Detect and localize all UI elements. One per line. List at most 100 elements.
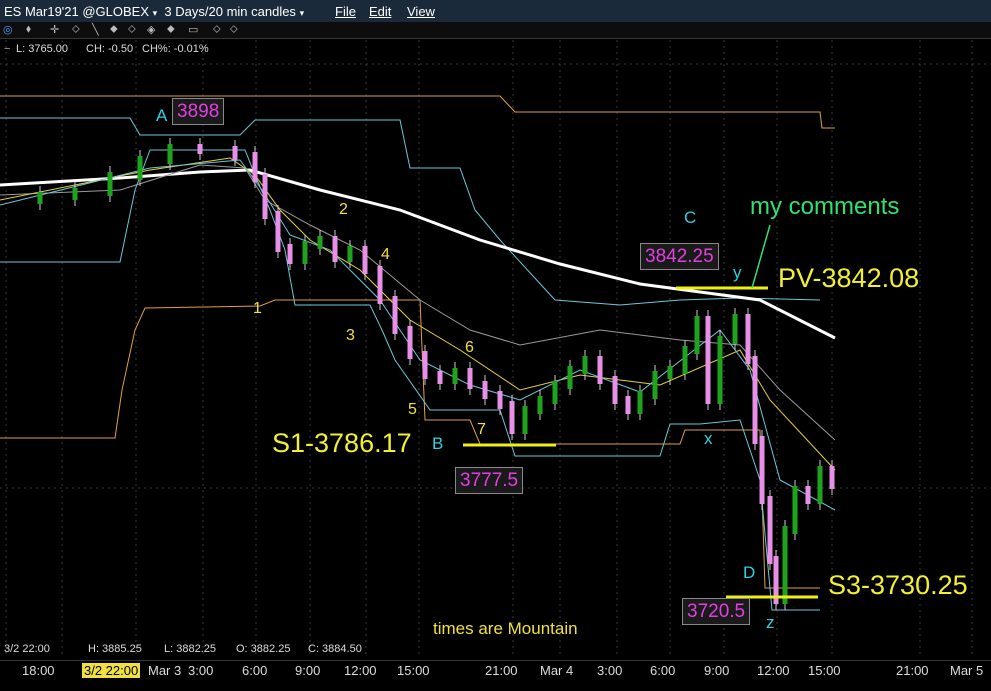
time-tick: 18:00 bbox=[22, 663, 55, 678]
upper-cyan-band bbox=[0, 117, 821, 306]
candle-body bbox=[667, 366, 673, 379]
time-tick: 21:00 bbox=[896, 663, 929, 678]
wave-2: 2 bbox=[339, 201, 348, 218]
candle-body bbox=[805, 486, 811, 504]
measure-icon[interactable]: ◈ bbox=[147, 23, 155, 36]
candle-body bbox=[452, 368, 458, 384]
candle-body bbox=[752, 356, 758, 444]
ohlc-open: O: 3882.25 bbox=[236, 643, 291, 655]
candle-body bbox=[362, 246, 368, 274]
pv-label: PV-3842.08 bbox=[778, 263, 920, 293]
menu-view[interactable]: View bbox=[407, 4, 435, 19]
period-dropdown-icon[interactable]: ▾ bbox=[300, 8, 305, 18]
comment-pointer-line bbox=[751, 224, 771, 289]
collapse-icon[interactable]: − bbox=[4, 43, 10, 55]
candle-body bbox=[567, 366, 573, 389]
price-box-B: 3777.5 bbox=[455, 467, 524, 494]
chart-toolbar: ◎ ⬧ ✛ ⬦ ╲ ⬥ ⬦ ◈ ⬥ ▭ ⬦ ⬦ bbox=[0, 22, 991, 39]
my-comments-label: my comments bbox=[750, 193, 900, 220]
time-tick: 9:00 bbox=[295, 663, 321, 678]
marker-icon[interactable]: ⬦ bbox=[213, 23, 221, 36]
candle-body bbox=[522, 406, 528, 434]
text-icon[interactable]: ⬦ bbox=[128, 23, 136, 36]
change: CH: -0.50 bbox=[86, 43, 134, 55]
label-A: A bbox=[156, 106, 168, 125]
candle-body bbox=[467, 368, 473, 389]
menu-edit[interactable]: Edit bbox=[369, 4, 391, 19]
candle-body bbox=[422, 351, 428, 379]
wave-4: 4 bbox=[381, 246, 390, 263]
candle-body bbox=[637, 391, 643, 414]
ohlc-low: L: 3882.25 bbox=[164, 643, 216, 655]
time-tick: 6:00 bbox=[650, 663, 676, 678]
candle-body bbox=[347, 246, 353, 262]
candle-body bbox=[745, 314, 751, 364]
time-tick: 15:00 bbox=[808, 663, 841, 678]
label-x: x bbox=[704, 429, 713, 448]
time-tick: Mar 5 bbox=[950, 663, 984, 678]
candle-body bbox=[705, 316, 711, 404]
ohlc-time: 3/2 22:00 bbox=[4, 643, 50, 655]
eraser-icon[interactable]: ⬦ bbox=[230, 23, 238, 36]
wave-1: 1 bbox=[253, 300, 262, 317]
candlesticks bbox=[37, 138, 835, 610]
contract-symbol[interactable]: ES Mar19'21 @GLOBEX bbox=[4, 4, 149, 19]
draw-icon[interactable]: ⬦ bbox=[72, 23, 80, 36]
candle-body bbox=[197, 144, 203, 154]
time-tick: Mar 3 bbox=[148, 663, 182, 678]
last-price: L: 3765.00 bbox=[16, 43, 68, 55]
time-tick: 6:00 bbox=[242, 663, 268, 678]
candle-body bbox=[509, 401, 515, 434]
window-title[interactable]: ES Mar19'21 @GLOBEX ▾ 3 Days/20 min cand… bbox=[4, 4, 304, 19]
candle-body bbox=[497, 391, 503, 409]
candle-body bbox=[407, 326, 413, 359]
candle-body bbox=[107, 172, 113, 196]
price-box-D: 3720.5 bbox=[682, 598, 751, 625]
candle-body bbox=[552, 381, 558, 404]
candle-body bbox=[482, 381, 488, 399]
candle-body bbox=[537, 396, 543, 414]
wave-7: 7 bbox=[477, 421, 486, 438]
upper-orange-band bbox=[0, 95, 835, 129]
candle-body bbox=[317, 236, 323, 249]
price-box-C: 3842.25 bbox=[640, 243, 719, 270]
title-bar: ES Mar19'21 @GLOBEX ▾ 3 Days/20 min cand… bbox=[0, 0, 991, 23]
candle-body bbox=[262, 174, 268, 219]
delete-icon[interactable]: ⬥ bbox=[167, 23, 175, 36]
candle-body bbox=[759, 436, 765, 504]
crosshair-icon[interactable]: ✛ bbox=[50, 23, 59, 36]
line-icon[interactable]: ╲ bbox=[92, 23, 99, 36]
contract-dropdown-icon[interactable]: ▾ bbox=[153, 8, 158, 18]
period-selector[interactable]: 3 Days/20 min candles bbox=[164, 4, 296, 19]
pan-icon[interactable]: ⬧ bbox=[26, 23, 31, 36]
settings-icon[interactable]: ▭ bbox=[188, 23, 198, 36]
label-B: B bbox=[432, 434, 444, 453]
zoom-icon[interactable]: ◎ bbox=[3, 23, 13, 36]
change-percent: CH%: -0.01% bbox=[142, 43, 209, 55]
time-axis[interactable]: 18:00 3/2 22:00 Mar 3 3:00 6:00 9:00 12:… bbox=[0, 660, 991, 691]
wave-6: 6 bbox=[465, 339, 474, 356]
time-tick: 12:00 bbox=[344, 663, 377, 678]
candle-body bbox=[302, 241, 308, 264]
candle-body bbox=[817, 466, 823, 504]
candle-body bbox=[732, 314, 738, 344]
label-z: z bbox=[766, 613, 775, 632]
candle-body bbox=[597, 356, 603, 384]
menu-file[interactable]: File bbox=[335, 4, 356, 19]
candle-body bbox=[717, 336, 723, 404]
candle-body bbox=[694, 316, 700, 354]
s3-label: S3-3730.25 bbox=[828, 570, 968, 600]
candle-body bbox=[829, 466, 835, 489]
candle-body bbox=[612, 376, 618, 404]
fib-icon[interactable]: ⬥ bbox=[110, 23, 118, 36]
candle-body bbox=[72, 188, 78, 200]
wave-5: 5 bbox=[408, 401, 417, 418]
lower-cyan-band bbox=[0, 149, 820, 611]
candle-body bbox=[652, 371, 658, 399]
label-C: C bbox=[684, 208, 697, 227]
candle-body bbox=[582, 356, 588, 374]
candle-body bbox=[782, 526, 788, 604]
s1-label: S1-3786.17 bbox=[272, 428, 412, 458]
candle-body bbox=[167, 144, 173, 164]
time-tick: Mar 4 bbox=[540, 663, 574, 678]
